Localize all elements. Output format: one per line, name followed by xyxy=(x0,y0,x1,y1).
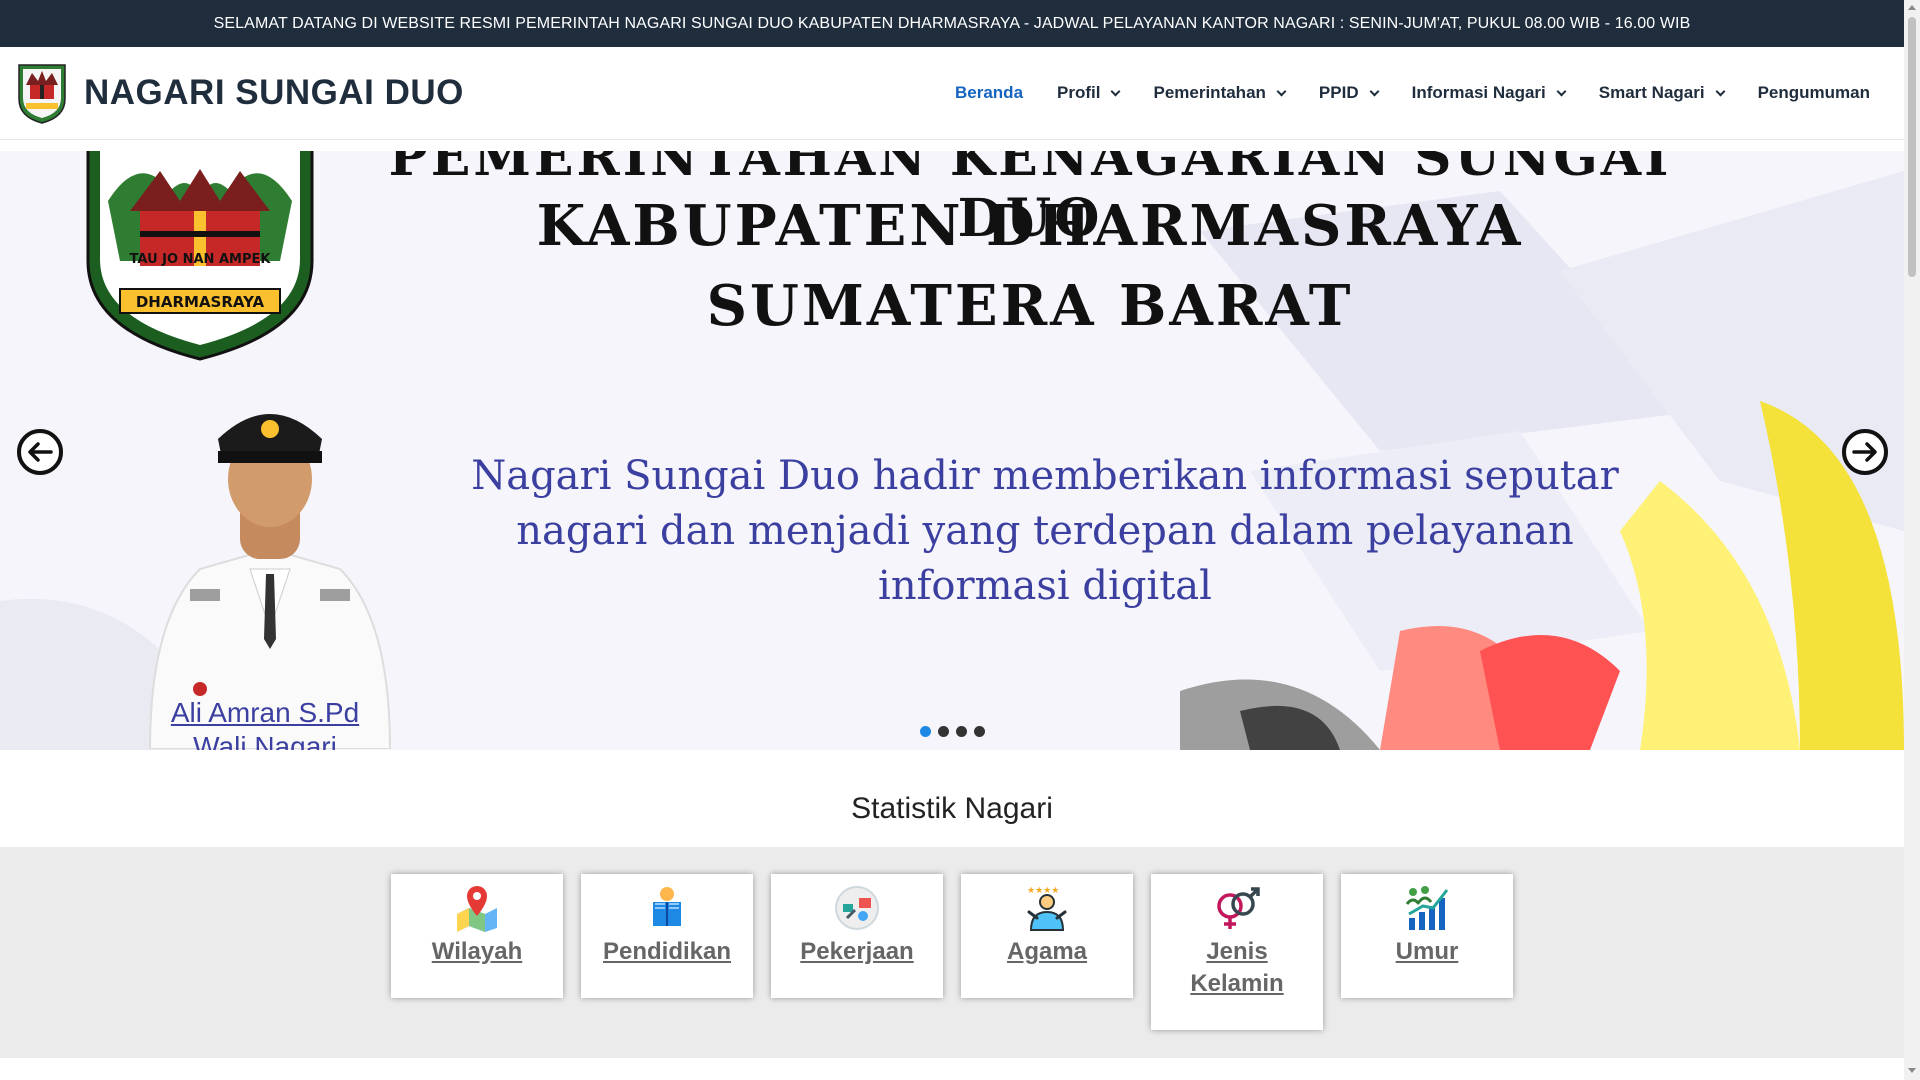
scroll-up-icon[interactable] xyxy=(1908,5,1916,10)
chevron-down-icon xyxy=(1276,86,1287,96)
slide-tagline: Nagari Sungai Duo hadir memberikan infor… xyxy=(440,449,1650,614)
nav-label: Pengumuman xyxy=(1757,83,1870,102)
chevron-down-icon xyxy=(1369,86,1380,96)
brand[interactable]: NAGARI SUNGAI DUO xyxy=(16,61,464,125)
tagline-line1: Nagari Sungai Duo hadir memberikan infor… xyxy=(471,453,1619,499)
religion-person-icon: ★★★★ xyxy=(1027,886,1067,931)
nav-label: Informasi Nagari xyxy=(1411,83,1546,102)
site-header: NAGARI SUNGAI DUO Beranda Profil Pemerin… xyxy=(0,47,1904,140)
chevron-down-icon xyxy=(1111,86,1121,96)
hero-slider: PEMERINTAHAN KENAGARIAN SUNGAI DUO KABUP… xyxy=(0,151,1904,750)
site-name[interactable]: NAGARI SUNGAI DUO xyxy=(84,73,464,113)
nav-pengumuman[interactable]: Pengumuman xyxy=(1758,83,1870,103)
nav-label: Profil xyxy=(1057,83,1101,102)
scroll-down-icon[interactable] xyxy=(1908,1068,1916,1073)
nav-informasi-nagari[interactable]: Informasi Nagari xyxy=(1411,83,1567,103)
nav-beranda[interactable]: Beranda xyxy=(955,83,1023,103)
arrow-right-icon xyxy=(1852,442,1877,462)
nav-ppid[interactable]: PPID xyxy=(1318,83,1380,103)
stat-label[interactable]: Jenis Kelamin xyxy=(1182,936,1292,1000)
stats-cards: Wilayah Pendidikan Pekerjaan ★★★★ Agama … xyxy=(391,874,1531,1030)
slider-dot-4[interactable] xyxy=(974,726,985,737)
page-scrollbar[interactable] xyxy=(1904,0,1920,1080)
stat-card-jenis-kelamin[interactable]: Jenis Kelamin xyxy=(1151,874,1323,1030)
work-tools-icon xyxy=(835,886,879,930)
official-photo xyxy=(148,414,392,749)
slider-dot-1[interactable] xyxy=(920,726,931,737)
slide-title-line3: SUMATERA BARAT xyxy=(706,273,1354,339)
gender-symbols-icon xyxy=(1217,887,1260,929)
chevron-down-icon xyxy=(1556,86,1567,96)
stat-card-umur[interactable]: Umur xyxy=(1341,874,1513,998)
tagline-line3: informasi digital xyxy=(878,563,1212,609)
slider-prev-button[interactable] xyxy=(17,429,63,475)
reading-book-icon xyxy=(653,887,681,926)
nav-label: PPID xyxy=(1318,83,1359,102)
main-nav: Beranda Profil Pemerintahan PPID Informa… xyxy=(921,83,1870,103)
page: SELAMAT DATANG DI WEBSITE RESMI PEMERINT… xyxy=(0,0,1920,1080)
svg-text:★★★★: ★★★★ xyxy=(1027,886,1059,896)
stat-label-line1: Jenis xyxy=(1206,938,1268,965)
chevron-down-icon xyxy=(1715,86,1726,96)
stat-card-pendidikan[interactable]: Pendidikan xyxy=(581,874,753,998)
announcement-bar: SELAMAT DATANG DI WEBSITE RESMI PEMERINT… xyxy=(0,0,1904,47)
nav-smart-nagari[interactable]: Smart Nagari xyxy=(1598,83,1726,103)
dharmasraya-emblem-icon: TAU JO NAN AMPEK DHARMASRAYA xyxy=(86,151,314,361)
stat-label[interactable]: Wilayah xyxy=(432,936,522,968)
stats-heading: Statistik Nagari xyxy=(851,792,1053,825)
nav-pemerintahan[interactable]: Pemerintahan xyxy=(1153,83,1287,103)
stat-label[interactable]: Umur xyxy=(1396,936,1459,968)
scroll-thumb[interactable] xyxy=(1908,17,1916,277)
growth-chart-icon xyxy=(1405,886,1449,930)
map-pin-icon xyxy=(457,886,497,932)
official-name: Ali Amran S.Pd xyxy=(170,697,360,728)
stat-label-line2: Kelamin xyxy=(1190,970,1284,997)
official-role: Wali Nagari xyxy=(193,731,337,750)
arrow-left-icon xyxy=(28,442,53,462)
emblem-region: DHARMASRAYA xyxy=(136,293,265,311)
announcement-text: SELAMAT DATANG DI WEBSITE RESMI PEMERINT… xyxy=(213,14,1691,32)
slider-dot-3[interactable] xyxy=(956,726,967,737)
emblem-motto: TAU JO NAN AMPEK xyxy=(130,252,272,267)
stat-card-wilayah[interactable]: Wilayah xyxy=(391,874,563,998)
nav-label: Pemerintahan xyxy=(1153,83,1266,102)
slider-next-button[interactable] xyxy=(1842,429,1888,475)
stat-card-pekerjaan[interactable]: Pekerjaan xyxy=(771,874,943,998)
stat-card-agama[interactable]: ★★★★ Agama xyxy=(961,874,1133,998)
slider-dots xyxy=(920,726,992,737)
stat-label[interactable]: Pekerjaan xyxy=(800,936,913,968)
stat-label[interactable]: Agama xyxy=(1007,936,1087,968)
nav-profil[interactable]: Profil xyxy=(1057,83,1121,103)
nagari-logo-icon[interactable] xyxy=(16,61,68,125)
nav-label: Beranda xyxy=(955,83,1024,102)
tagline-line2: nagari dan menjadi yang terdepan dalam p… xyxy=(516,508,1574,554)
slide-title-line2: KABUPATEN DHARMASRAYA xyxy=(536,193,1524,259)
stat-label[interactable]: Pendidikan xyxy=(603,936,731,968)
nav-label: Smart Nagari xyxy=(1598,83,1705,102)
slider-dot-2[interactable] xyxy=(938,726,949,737)
